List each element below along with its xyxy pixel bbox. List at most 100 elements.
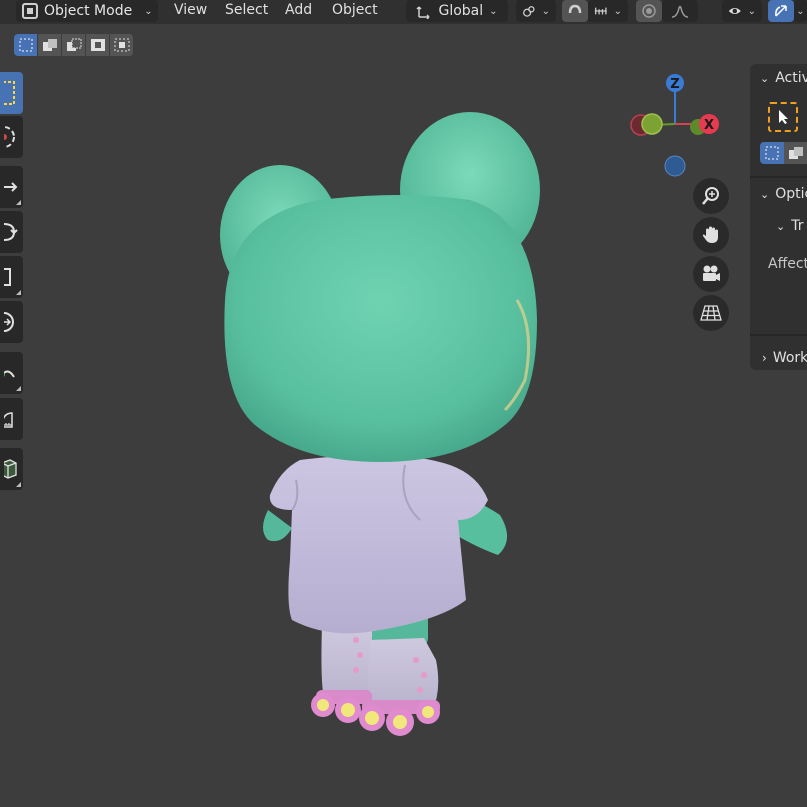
tool-add-cube[interactable] [0, 448, 23, 490]
chevron-right-icon: › [762, 351, 767, 365]
transform-icon [3, 312, 14, 332]
mode-label: Object Mode [44, 3, 133, 19]
submenu-indicator [16, 482, 21, 487]
active-tool-button[interactable] [768, 102, 798, 132]
add-cube-icon [3, 459, 17, 479]
chevron-down-icon: ⌄ [776, 219, 786, 233]
tool-transform[interactable] [0, 301, 23, 343]
select-invert-icon [90, 39, 105, 51]
grid-perspective-icon [700, 305, 722, 321]
chevron-down-icon: ⌄ [613, 5, 622, 17]
gizmo-toggle[interactable] [768, 0, 794, 22]
chevron-down-icon: ⌄ [747, 5, 756, 17]
scale-icon [3, 268, 11, 286]
select-set-icon [765, 146, 779, 160]
select-extend-button[interactable] [38, 34, 62, 56]
pan-button[interactable] [693, 217, 729, 253]
tool-select-box[interactable] [0, 72, 23, 114]
select-new-button[interactable] [14, 34, 38, 56]
divider [750, 334, 807, 336]
transform-label: Tr [791, 218, 804, 234]
magnet-icon [568, 4, 582, 14]
mode-selector[interactable]: Object Mode ⌄ [16, 0, 158, 22]
proportional-editing-toggle[interactable] [636, 0, 662, 22]
menu-add[interactable]: Add [285, 2, 312, 18]
arm-left [263, 510, 292, 542]
submenu-indicator [16, 290, 21, 295]
pivot-point-selector[interactable]: ⌄ [516, 0, 556, 22]
transform-orientation-icon [416, 6, 430, 19]
falloff-curve-icon [671, 5, 689, 18]
svg-text:Z: Z [670, 77, 679, 92]
tool-move[interactable] [0, 166, 23, 208]
proportional-edit-icon [642, 4, 656, 18]
select-extend-icon [789, 147, 803, 159]
select-box-icon [3, 81, 15, 105]
snap-toggle[interactable] [562, 0, 588, 22]
submenu-indicator [16, 386, 21, 391]
chevron-down-icon: ⌄ [760, 71, 770, 85]
orientation-selector[interactable]: Global ⌄ [406, 0, 508, 22]
svg-text:X: X [704, 118, 714, 133]
workspace-label: Work [772, 350, 807, 366]
shirt [269, 455, 488, 634]
transform-subheader[interactable]: ⌄ Tr [776, 218, 803, 234]
selection-mode-buttons [14, 34, 134, 56]
select-set-icon [19, 38, 32, 52]
affect-only-row: Affect [768, 256, 807, 272]
gizmo-dropdown[interactable]: ⌄ [794, 0, 807, 22]
move-icon [3, 182, 17, 192]
menu-object[interactable]: Object [332, 2, 378, 18]
zoom-button[interactable] [693, 178, 729, 214]
eye-icon [728, 7, 741, 15]
tool-annotate[interactable] [0, 352, 23, 394]
visibility-selector[interactable]: ⌄ [722, 0, 762, 22]
falloff-selector[interactable] [662, 0, 698, 22]
select-intersect-icon [114, 38, 129, 52]
select-extend-button[interactable] [784, 142, 807, 164]
chevron-down-icon: ⌄ [796, 5, 805, 17]
select-new-button[interactable] [760, 142, 784, 164]
options-header[interactable]: ⌄ Optic [760, 186, 807, 202]
camera-view-button[interactable] [693, 256, 729, 292]
active-tool-header[interactable]: ⌄ Activ [760, 70, 807, 86]
divider [750, 176, 807, 178]
menu-view[interactable]: View [174, 2, 207, 18]
object-mode-icon [22, 3, 38, 19]
tool-measure[interactable] [0, 398, 23, 440]
chevron-down-icon: ⌄ [144, 5, 153, 17]
workspace-header[interactable]: › Work [762, 350, 807, 366]
perspective-toggle-button[interactable] [693, 295, 729, 331]
tool-scale[interactable] [0, 256, 23, 298]
navigation-gizmo[interactable]: Z X [624, 70, 724, 180]
gizmo-y [641, 113, 663, 135]
options-label: Optic [775, 186, 807, 202]
snap-target-selector[interactable]: ⌄ [588, 0, 628, 22]
camera-icon [703, 265, 720, 281]
measure-icon [3, 412, 13, 428]
select-invert-button[interactable] [86, 34, 110, 56]
cursor-icon [3, 126, 15, 148]
select-subtract-button[interactable] [62, 34, 86, 56]
tool-cursor[interactable] [0, 116, 23, 158]
hand-icon [702, 226, 718, 243]
gizmo-neg-z [664, 155, 686, 177]
active-tool-label: Activ [775, 70, 807, 86]
select-intersect-button[interactable] [110, 34, 134, 56]
head [224, 195, 537, 462]
active-tool-mode-row[interactable] [760, 142, 807, 164]
chevron-down-icon: ⌄ [760, 187, 770, 201]
gizmo-icon [775, 5, 787, 17]
rotate-icon [3, 223, 18, 241]
tool-settings-panel: ⌄ Activ ⌄ Optic ⌄ Tr Affect › Work [750, 64, 807, 370]
select-subtract-icon [66, 38, 81, 51]
orientation-label: Global [438, 3, 484, 19]
annotate-icon [3, 370, 15, 378]
cursor-arrow-icon [779, 110, 788, 124]
tool-rotate[interactable] [0, 211, 23, 253]
chevron-down-icon: ⌄ [489, 5, 498, 17]
pivot-icon [523, 6, 535, 17]
submenu-indicator [16, 200, 21, 205]
menu-select[interactable]: Select [225, 2, 268, 18]
select-extend-icon [42, 39, 57, 51]
